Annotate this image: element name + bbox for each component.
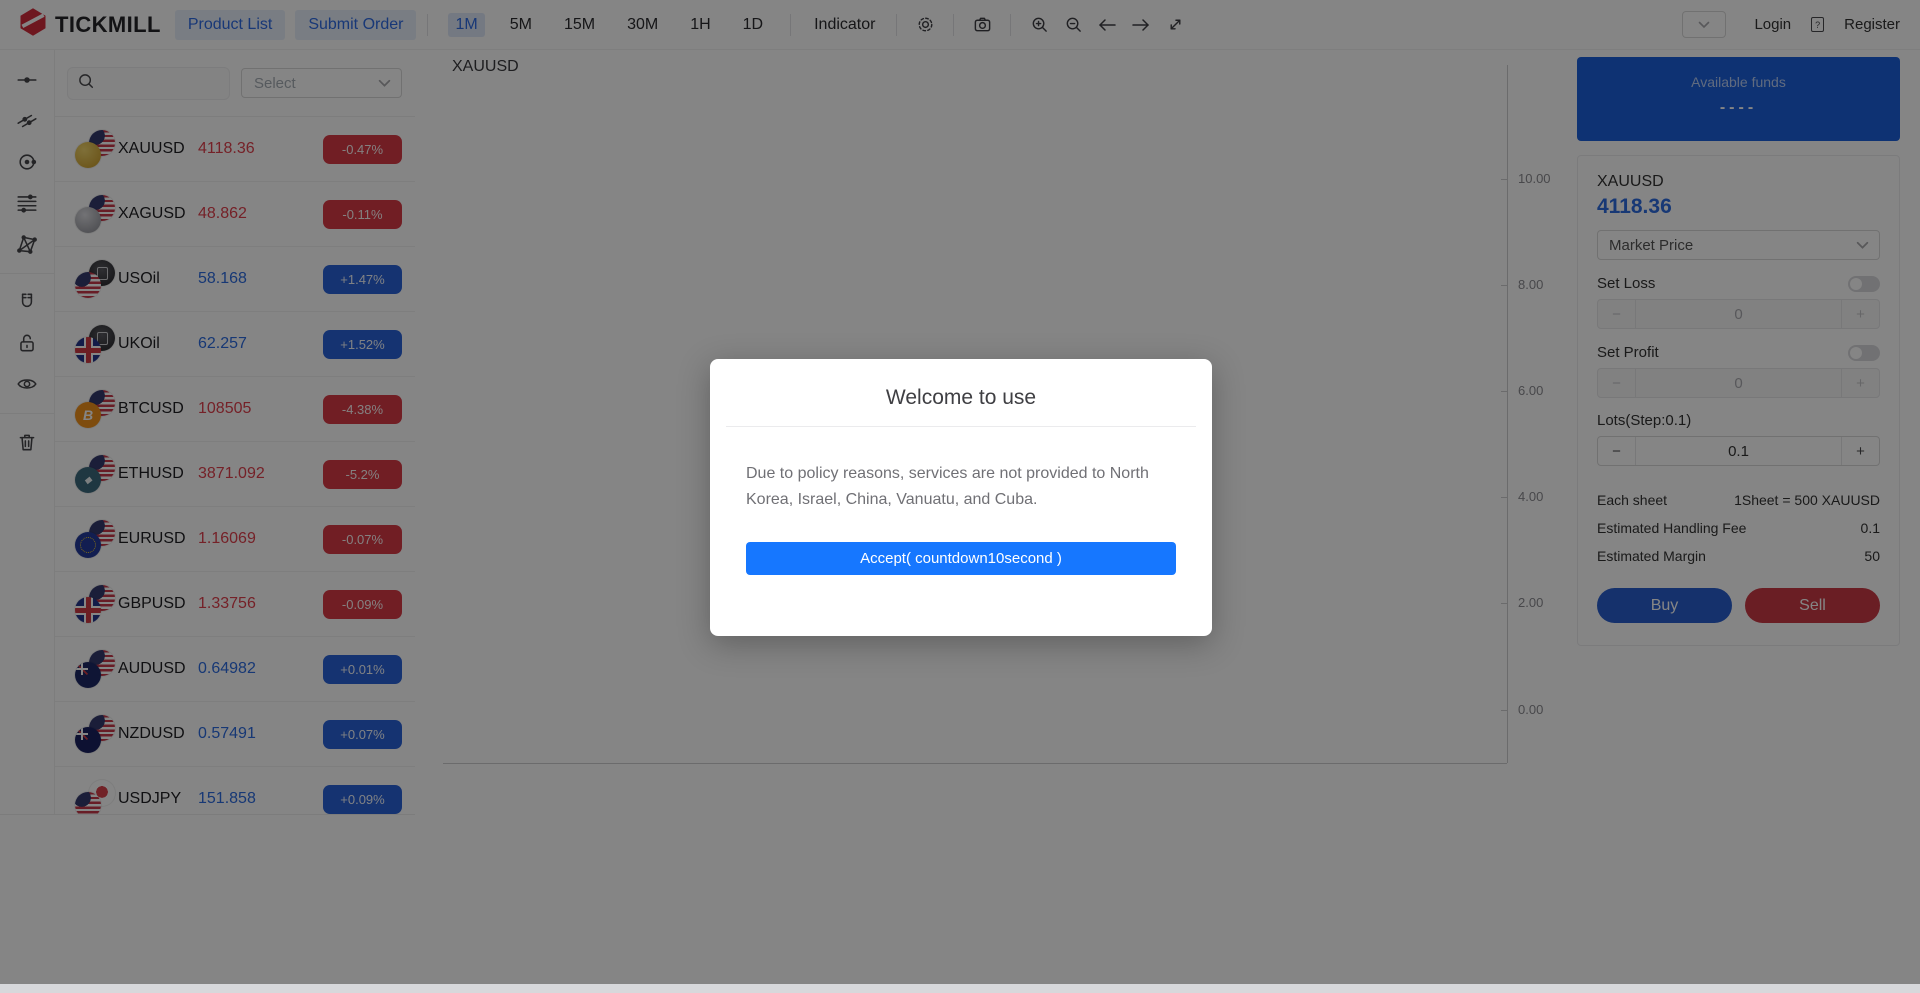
dialog-body-text: Due to policy reasons, services are not … — [746, 465, 1149, 508]
stage: TICKMILL Product List Submit Order 1M 5M 1… — [0, 0, 1920, 993]
welcome-dialog: Welcome to use Due to policy reasons, se… — [710, 359, 1212, 636]
accept-button[interactable]: Accept( countdown10second ) — [746, 542, 1176, 576]
dialog-title: Welcome to use — [885, 386, 1037, 409]
divider — [726, 426, 1196, 427]
